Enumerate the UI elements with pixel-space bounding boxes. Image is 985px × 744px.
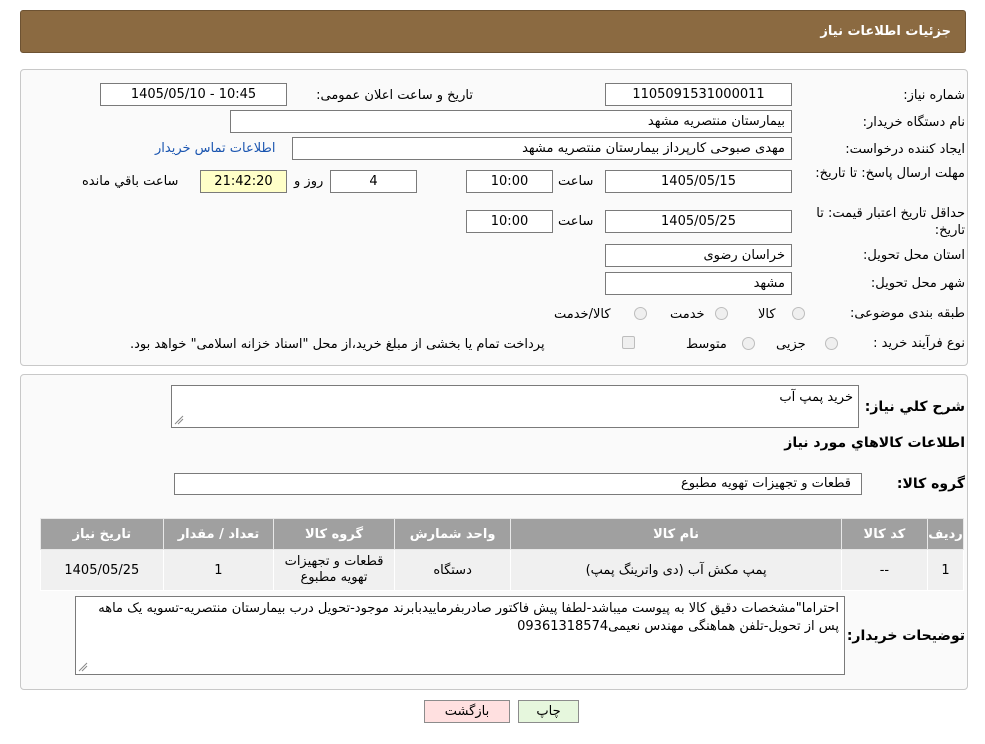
cell-code: -- (840, 549, 928, 591)
buyer-contact-link[interactable]: اطلاعات تماس خریدار (155, 141, 275, 156)
category-label: طبقه بندی موضوعی: (849, 306, 965, 321)
requester-field: مهدی صبوحی کارپرداز بیمارستان منتصریه مش… (292, 137, 792, 160)
province-field: خراسان رضوی (605, 244, 792, 267)
cell-date: 1405/05/25 (40, 549, 164, 591)
table-row: 1 -- پمپ مکش آب (دی واترینگ پمپ) دستگاه … (40, 549, 965, 591)
items-title: اطلاعات كالاهاي مورد نياز (784, 435, 965, 451)
process-radio-minor[interactable] (825, 337, 838, 350)
table-header-row: ردیف کد کالا نام کالا واحد شمارش گروه کا… (40, 518, 965, 550)
category-option-service: خدمت (670, 307, 705, 322)
category-radio-goods[interactable] (792, 307, 805, 320)
summary-textarea[interactable]: خرید پمپ آب (171, 385, 859, 428)
price-time-label: ساعت (558, 214, 594, 229)
reply-deadline-time-field: 10:00 (466, 170, 553, 193)
need-number-field: 1105091531000011 (605, 83, 792, 106)
resize-grip-icon (78, 662, 88, 672)
buyer-notes-textarea[interactable]: احتراما"مشخصات دقیق کالا به پیوست میباشد… (75, 596, 845, 675)
category-radio-goods-service[interactable] (634, 307, 647, 320)
cell-group: قطعات و تجهیزات تهویه مطبوع (273, 549, 395, 591)
buyer-org-field: بیمارستان منتصریه مشهد (230, 110, 792, 133)
page-title: جزئیات اطلاعات نیاز (820, 24, 951, 39)
city-field: مشهد (605, 272, 792, 295)
price-validity-date-field: 1405/05/25 (605, 210, 792, 233)
process-type-label: نوع فرآیند خرید : (873, 336, 965, 351)
price-validity-label: حداقل تاریخ اعتبار قیمت: تا تاریخ: (816, 206, 965, 238)
buyer-notes-label: توضیحات خریدار: (846, 628, 965, 644)
process-option-medium: متوسط (686, 337, 727, 352)
price-validity-time-field: 10:00 (466, 210, 553, 233)
col-qty: تعداد / مقدار (162, 518, 275, 550)
category-radio-service[interactable] (715, 307, 728, 320)
summary-text: خرید پمپ آب (779, 390, 853, 405)
col-code: کد کالا (840, 518, 928, 550)
col-unit: واحد شمارش (393, 518, 512, 550)
days-label: روز و (294, 174, 324, 189)
process-radio-medium[interactable] (742, 337, 755, 350)
cell-unit: دستگاه (393, 549, 512, 591)
cell-name: پمپ مکش آب (دی واترینگ پمپ) (510, 549, 842, 591)
category-option-goods: کالا (758, 307, 776, 322)
province-label: استان محل تحویل: (863, 248, 965, 263)
reply-deadline-date-field: 1405/05/15 (605, 170, 792, 193)
remaining-label: ساعت باقي مانده (82, 174, 179, 189)
treasury-payment-note: پرداخت تمام یا بخشی از مبلغ خرید،از محل … (130, 337, 545, 352)
resize-grip-icon (174, 415, 184, 425)
buyer-notes-text: احتراما"مشخصات دقیق کالا به پیوست میباشد… (98, 601, 839, 634)
remaining-time-field: 21:42:20 (200, 170, 287, 193)
cell-row: 1 (926, 549, 965, 591)
treasury-payment-checkbox[interactable] (622, 336, 635, 349)
summary-label: شرح كلي نياز: (864, 399, 965, 415)
buyer-org-label: نام دستگاه خریدار: (862, 115, 965, 130)
need-number-label: شماره نیاز: (903, 88, 965, 103)
back-button[interactable]: بازگشت (424, 700, 510, 723)
col-row: ردیف (926, 518, 965, 550)
reply-deadline-label: مهلت ارسال پاسخ: تا تاریخ: (815, 166, 965, 181)
col-group: گروه کالا (273, 518, 395, 550)
group-label: گروه کالا: (896, 476, 965, 492)
print-button[interactable]: چاپ (518, 700, 579, 723)
col-date: تاریخ نیاز (40, 518, 164, 550)
cell-qty: 1 (162, 549, 275, 591)
announce-date-label: تاریخ و ساعت اعلان عمومی: (316, 88, 473, 103)
col-name: نام کالا (510, 518, 842, 550)
page-header: جزئیات اطلاعات نیاز (20, 10, 966, 53)
items-table: ردیف کد کالا نام کالا واحد شمارش گروه کا… (40, 518, 965, 591)
city-label: شهر محل تحویل: (870, 276, 965, 291)
category-option-goods-service: کالا/خدمت (554, 307, 611, 322)
requester-label: ایجاد کننده درخواست: (845, 142, 965, 157)
announce-date-field: 1405/05/10 - 10:45 (100, 83, 287, 106)
process-option-minor: جزیی (776, 337, 806, 352)
remaining-days-field: 4 (330, 170, 417, 193)
reply-time-label: ساعت (558, 174, 594, 189)
group-field: قطعات و تجهیزات تهویه مطبوع (174, 473, 862, 495)
